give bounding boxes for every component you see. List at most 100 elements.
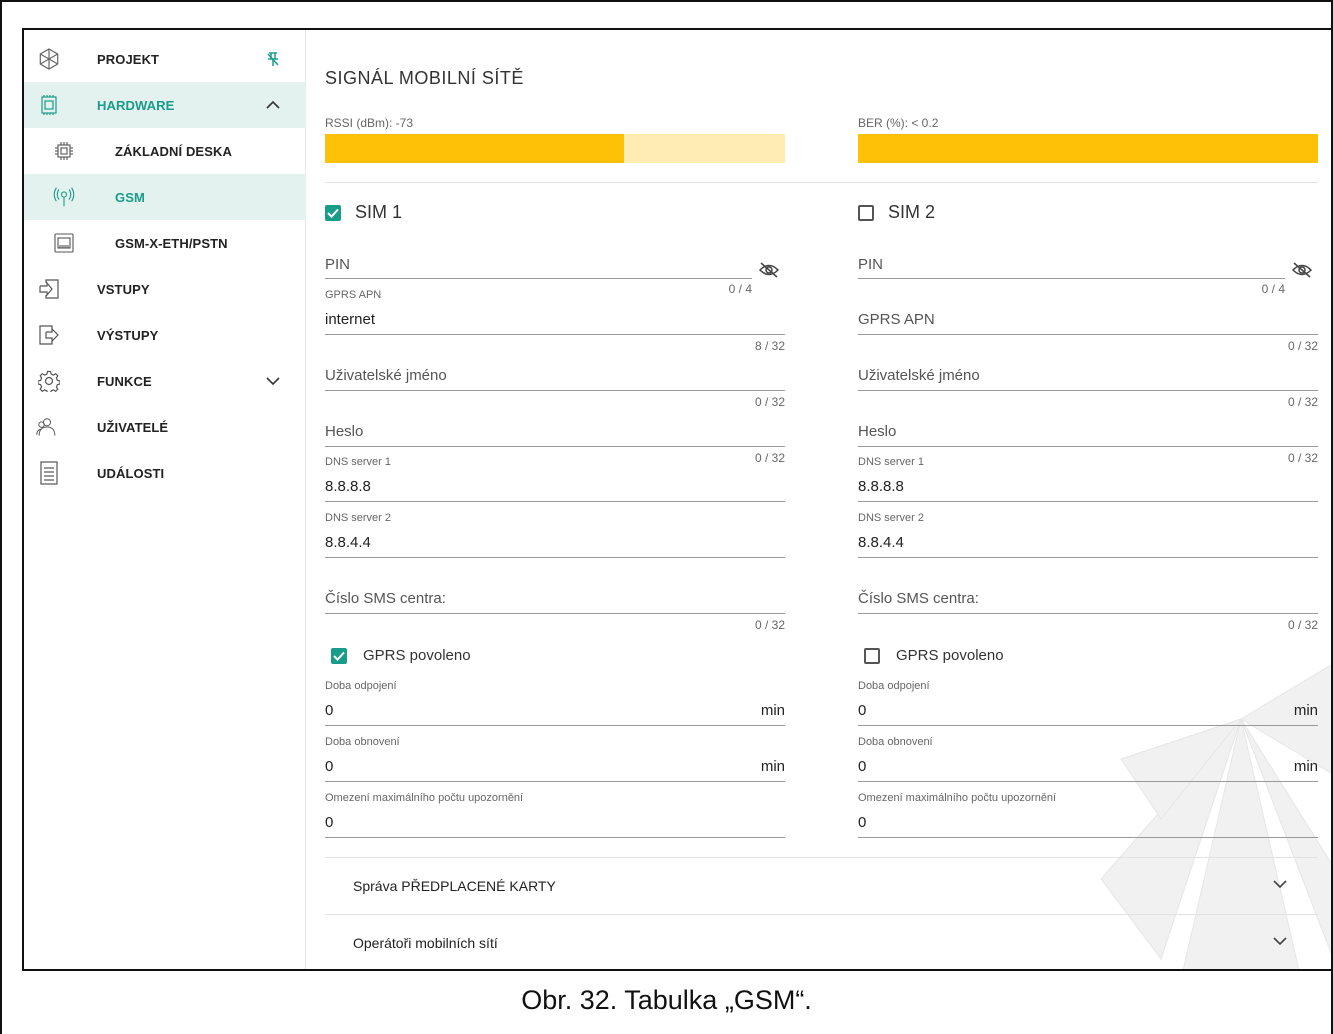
- dns1-label: DNS server 1: [858, 456, 925, 468]
- sidebar-item-label: PROJEKT: [97, 51, 160, 67]
- input-icon: [38, 278, 60, 300]
- username-placeholder: Uživatelské jméno: [325, 367, 447, 384]
- gprs-label: GPRS povoleno: [363, 647, 471, 664]
- sidebar-item-vystupy[interactable]: VÝSTUPY: [24, 312, 306, 358]
- username-placeholder: Uživatelské jméno: [858, 367, 980, 384]
- pin-icon[interactable]: [264, 50, 282, 68]
- dns2-value: 8.8.4.4: [858, 534, 904, 551]
- panel-title: Správa PŘEDPLACENÉ KARTY: [353, 878, 556, 894]
- renew-value: 0: [325, 758, 334, 775]
- sim2-panel: SIM 2 PIN 0 / 4 GPRS APN 0 / 32 Uživatel…: [858, 30, 1318, 969]
- char-counter: 8 / 32: [754, 339, 785, 353]
- chevron-down-icon[interactable]: [1272, 876, 1288, 892]
- unit-label: min: [1293, 702, 1318, 719]
- gprs-checkbox[interactable]: [864, 647, 880, 664]
- char-counter: 0 / 32: [1287, 618, 1318, 632]
- project-icon: [38, 48, 60, 70]
- disconnect-label: Doba odpojení: [325, 680, 397, 692]
- char-counter: 0 / 4: [728, 282, 752, 296]
- apn-value: internet: [325, 311, 376, 328]
- dns1-value: 8.8.8.8: [858, 478, 904, 495]
- sidebar-item-gsm-x-eth-pstn[interactable]: GSM-X-ETH/PSTN: [24, 220, 306, 266]
- sim1-panel: SIM 1 PIN 0 / 4 GPRS APN internet 8 / 32…: [325, 30, 785, 969]
- sidebar-item-udalosti[interactable]: UDÁLOSTI: [24, 450, 306, 496]
- sim2-title: SIM 2: [888, 202, 936, 222]
- sidebar-item-label: UŽIVATELÉ: [97, 419, 169, 435]
- sidebar-item-funkce[interactable]: FUNKCE: [24, 358, 306, 404]
- sim1-title: SIM 1: [355, 202, 403, 222]
- sidebar-item-label: UDÁLOSTI: [97, 465, 165, 481]
- char-counter: 0 / 32: [754, 395, 785, 409]
- pin-placeholder: PIN: [858, 256, 884, 273]
- apn-placeholder: GPRS APN: [858, 311, 935, 328]
- figure-caption: Obr. 32. Tabulka „GSM“.: [521, 985, 812, 1015]
- renew-value: 0: [858, 758, 867, 775]
- prepaid-card-panel[interactable]: Správa PŘEDPLACENÉ KARTY: [325, 857, 1318, 913]
- sidebar-item-projekt[interactable]: PROJEKT: [24, 36, 306, 82]
- app-window: PROJEKT HARDWARE ZÁKLADNÍ DESKA GSM GSM-…: [22, 28, 1333, 971]
- sidebar-item-uzivatele[interactable]: UŽIVATELÉ: [24, 404, 306, 450]
- dns2-label: DNS server 2: [858, 512, 925, 524]
- mobile-operators-panel[interactable]: Operátoři mobilních sítí: [325, 914, 1318, 969]
- sim2-gprs-toggle[interactable]: GPRS povoleno: [864, 647, 1004, 664]
- gprs-label: GPRS povoleno: [896, 647, 1004, 664]
- char-counter: 0 / 4: [1261, 282, 1285, 296]
- dns2-label: DNS server 2: [325, 512, 392, 524]
- char-counter: 0 / 32: [1287, 451, 1318, 465]
- panel-title: Operátoři mobilních sítí: [353, 935, 498, 951]
- password-placeholder: Heslo: [325, 423, 364, 440]
- limit-value: 0: [858, 814, 867, 831]
- limit-label: Omezení maximálního počtu upozornění: [325, 792, 524, 804]
- char-counter: 0 / 32: [754, 618, 785, 632]
- dns1-label: DNS server 1: [325, 456, 392, 468]
- renew-label: Doba obnovení: [858, 736, 933, 748]
- dns2-value: 8.8.4.4: [325, 534, 371, 551]
- sidebar-item-label: HARDWARE: [97, 97, 175, 113]
- users-icon: [36, 416, 58, 438]
- char-counter: 0 / 32: [754, 451, 785, 465]
- eye-off-icon[interactable]: [1291, 262, 1313, 278]
- sim2-header[interactable]: SIM 2: [858, 202, 935, 223]
- eye-off-icon[interactable]: [758, 262, 780, 278]
- unit-label: min: [760, 758, 785, 775]
- sidebar-item-vstupy[interactable]: VSTUPY: [24, 266, 306, 312]
- chevron-down-icon[interactable]: [1272, 933, 1288, 949]
- sim2-checkbox[interactable]: [858, 204, 874, 221]
- sim1-header[interactable]: SIM 1: [325, 202, 402, 223]
- char-counter: 0 / 32: [1287, 395, 1318, 409]
- chevron-up-icon[interactable]: [264, 96, 282, 114]
- sidebar-item-hardware[interactable]: HARDWARE: [24, 82, 306, 128]
- sidebar-item-label: GSM-X-ETH/PSTN: [115, 235, 228, 251]
- disconnect-label: Doba odpojení: [858, 680, 930, 692]
- list-icon: [38, 461, 60, 485]
- sidebar-item-zakladni-deska[interactable]: ZÁKLADNÍ DESKA: [24, 128, 306, 174]
- sim1-gprs-toggle[interactable]: GPRS povoleno: [331, 647, 471, 664]
- output-icon: [38, 324, 60, 346]
- char-counter: 0 / 32: [1287, 339, 1318, 353]
- renew-label: Doba obnovení: [325, 736, 400, 748]
- unit-label: min: [760, 702, 785, 719]
- sidebar: PROJEKT HARDWARE ZÁKLADNÍ DESKA GSM GSM-…: [24, 30, 306, 969]
- sidebar-item-label: VÝSTUPY: [97, 327, 159, 343]
- sms-center-placeholder: Číslo SMS centra:: [858, 590, 979, 607]
- password-placeholder: Heslo: [858, 423, 897, 440]
- chip-icon: [38, 94, 60, 116]
- sidebar-item-label: VSTUPY: [97, 281, 150, 297]
- module-icon: [53, 232, 75, 254]
- dns1-value: 8.8.8.8: [325, 478, 371, 495]
- disconnect-value: 0: [858, 702, 867, 719]
- sidebar-item-label: FUNKCE: [97, 373, 152, 389]
- chip-icon: [53, 140, 75, 162]
- unit-label: min: [1293, 758, 1318, 775]
- sms-center-placeholder: Číslo SMS centra:: [325, 590, 446, 607]
- sidebar-item-gsm[interactable]: GSM: [24, 174, 306, 220]
- sidebar-item-label: ZÁKLADNÍ DESKA: [115, 143, 232, 159]
- gear-icon: [38, 370, 60, 392]
- antenna-icon: [53, 186, 75, 208]
- apn-label: GPRS APN: [325, 289, 382, 301]
- sidebar-item-label: GSM: [115, 189, 145, 205]
- chevron-down-icon[interactable]: [264, 372, 282, 390]
- limit-value: 0: [325, 814, 334, 831]
- sim1-checkbox[interactable]: [325, 204, 341, 221]
- gprs-checkbox[interactable]: [331, 647, 347, 664]
